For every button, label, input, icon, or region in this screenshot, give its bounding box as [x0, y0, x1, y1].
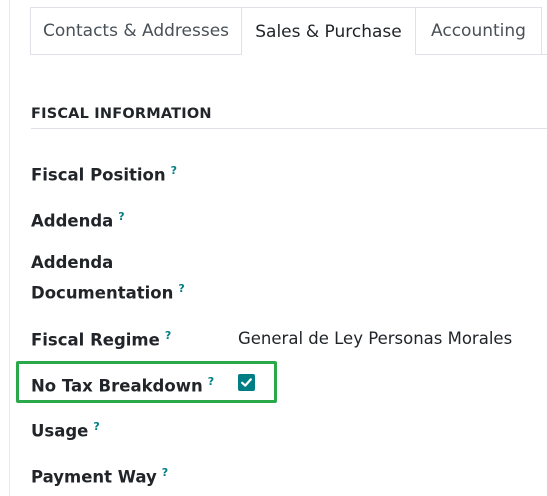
label-text: Addenda [31, 211, 114, 231]
help-tooltip-icon[interactable]: ? [162, 466, 168, 479]
tab-label: Accounting [431, 21, 526, 41]
help-tooltip-icon[interactable]: ? [93, 420, 99, 433]
highlight-annotation-box [16, 361, 277, 403]
label-text-line1: Addenda [31, 253, 114, 272]
field-label-payment-way: Payment Way? [31, 460, 168, 491]
tab-contacts-addresses[interactable]: Contacts & Addresses [30, 7, 242, 54]
field-label-usage: Usage? [31, 414, 100, 445]
tab-accounting[interactable]: Accounting [415, 7, 542, 54]
fiscal-regime-select[interactable]: General de Ley Personas Morales [238, 326, 512, 352]
section-title-fiscal-information: FISCAL INFORMATION [31, 106, 212, 122]
partner-form-page: Contacts & Addresses Sales & Purchase Ac… [0, 0, 547, 496]
left-divider [9, 0, 10, 496]
help-tooltip-icon[interactable]: ? [178, 282, 184, 295]
help-tooltip-icon[interactable]: ? [118, 210, 124, 223]
label-text: Usage [31, 421, 89, 441]
label-text: Payment Way [31, 467, 157, 487]
notebook-tabs: Contacts & Addresses Sales & Purchase Ac… [0, 0, 547, 55]
help-tooltip-icon[interactable]: ? [171, 164, 177, 177]
label-text: Fiscal Regime [31, 330, 160, 350]
tab-label: Sales & Purchase [255, 21, 402, 42]
help-tooltip-icon[interactable]: ? [165, 329, 171, 342]
label-text-line2: Documentation [31, 283, 174, 303]
section-divider [31, 128, 547, 129]
field-label-fiscal-position: Fiscal Position? [31, 158, 177, 189]
field-label-addenda: Addenda? [31, 204, 125, 235]
field-label-addenda-documentation: Addenda Documentation? [31, 250, 185, 307]
tab-sales-purchase[interactable]: Sales & Purchase [241, 7, 416, 55]
field-label-fiscal-regime: Fiscal Regime? [31, 323, 171, 354]
tab-label: Contacts & Addresses [42, 21, 230, 41]
label-text: Fiscal Position [31, 165, 166, 185]
